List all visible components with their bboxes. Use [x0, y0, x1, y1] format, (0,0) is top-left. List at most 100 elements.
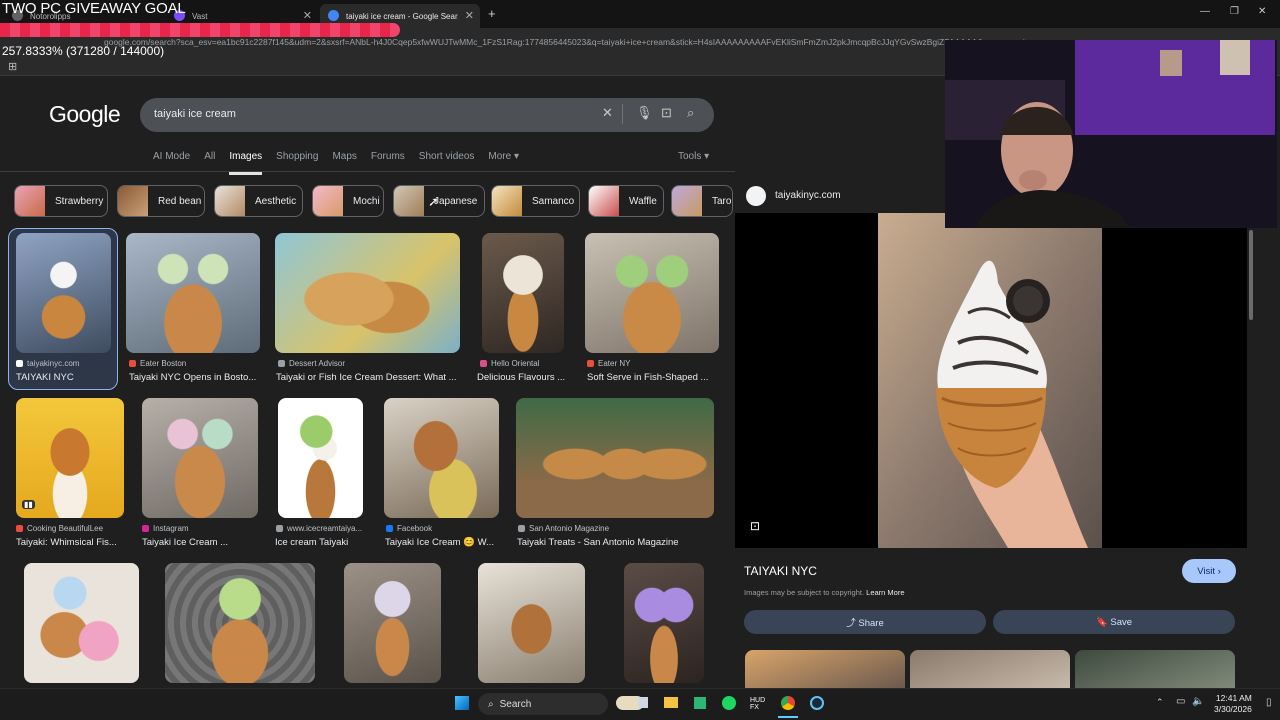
chip-aesthetic[interactable]: Aesthetic [214, 185, 303, 217]
result-image[interactable] [278, 398, 363, 518]
preview-image[interactable] [878, 213, 1102, 548]
source-favicon-icon [142, 525, 149, 532]
source-favicon-icon [16, 525, 23, 532]
tools-button[interactable]: Tools ▾ [678, 151, 709, 162]
result-image[interactable] [482, 233, 564, 353]
new-tab-icon[interactable]: + [488, 6, 496, 21]
chip-japanese[interactable]: Japanese [393, 185, 485, 217]
result-image[interactable] [344, 563, 441, 683]
result-source: Eater NY [587, 359, 717, 368]
result-image[interactable] [478, 563, 585, 683]
chip-red-bean[interactable]: Red bean [117, 185, 205, 217]
scrollbar-thumb[interactable] [1249, 230, 1253, 320]
chip-taro[interactable]: Taro [671, 185, 733, 217]
volume-icon[interactable]: 🔈 [1192, 696, 1204, 707]
close-tab-icon[interactable]: ✕ [303, 9, 312, 22]
result-title[interactable]: Ice cream Taiyaki [275, 537, 370, 548]
result-image[interactable] [142, 398, 258, 518]
save-button[interactable]: 🔖 Save [993, 610, 1235, 634]
result-title[interactable]: Delicious Flavours ... [477, 372, 572, 383]
panel-title[interactable]: TAIYAKI NYC [744, 564, 817, 578]
hud-app-icon[interactable]: HUD FX [750, 697, 765, 711]
result-image[interactable] [24, 563, 139, 683]
result-image[interactable]: ▮▮ [16, 398, 124, 518]
result-title[interactable]: TAIYAKI NYC [16, 372, 114, 383]
result-source: Cooking BeautifulLee [16, 524, 131, 533]
related-image[interactable] [910, 650, 1070, 688]
result-image[interactable] [624, 563, 704, 683]
task-view-icon[interactable] [638, 697, 648, 708]
source-label: Dessert Advisor [289, 359, 346, 368]
source-favicon-icon [129, 360, 136, 367]
result-image[interactable] [384, 398, 499, 518]
microphone-icon[interactable]: 🎙 [636, 105, 653, 121]
close-window-icon[interactable]: ✕ [1258, 6, 1266, 17]
lens-icon[interactable]: ⊡ [661, 105, 672, 121]
result-image[interactable] [516, 398, 714, 518]
chip-label: Aesthetic [255, 195, 297, 207]
result-title[interactable]: Taiyaki Ice Cream ... [142, 537, 260, 548]
result-source: www.icecreamtaiya... [276, 524, 368, 533]
giveaway-progress-bar [0, 23, 400, 37]
result-title[interactable]: Taiyaki: Whimsical Fis... [16, 537, 131, 548]
video-badge-icon: ▮▮ [22, 500, 35, 509]
source-favicon-icon [278, 360, 285, 367]
result-image[interactable] [16, 233, 111, 353]
source-label: Instagram [153, 524, 189, 533]
spreadsheet-app-icon[interactable] [694, 697, 706, 709]
apps-grid-icon[interactable]: ⊞ [8, 60, 17, 73]
taskbar-search[interactable]: ⌕ Search [478, 693, 608, 715]
source-label: Eater NY [598, 359, 631, 368]
minimize-icon[interactable]: — [1200, 6, 1210, 17]
result-source: Facebook [386, 524, 498, 533]
tray-chevron-icon[interactable]: ⌃ [1156, 697, 1164, 708]
panel-scrollbar[interactable] [1247, 228, 1256, 678]
steam-icon[interactable] [810, 696, 824, 710]
clock-date: 3/30/2026 [1214, 704, 1252, 714]
result-source: taiyakinyc.com [16, 359, 114, 368]
chip-thumbnail [118, 186, 148, 216]
panel-site-name[interactable]: taiyakinyc.com [775, 190, 841, 201]
result-title[interactable]: Taiyaki Treats - San Antonio Magazine [517, 537, 715, 548]
maximize-icon[interactable]: ❐ [1230, 6, 1239, 17]
search-input[interactable]: taiyaki ice cream [154, 108, 236, 120]
chrome-icon[interactable] [781, 696, 795, 710]
file-explorer-icon[interactable] [664, 697, 678, 708]
clear-icon[interactable]: ✕ [602, 105, 613, 121]
learn-more-link[interactable]: Learn More [866, 588, 904, 597]
chip-thumbnail [589, 186, 619, 216]
chip-thumbnail [313, 186, 343, 216]
search-icon[interactable]: ⌕ [687, 105, 694, 121]
result-image[interactable] [165, 563, 315, 683]
result-title[interactable]: Soft Serve in Fish-Shaped ... [587, 372, 717, 383]
related-image[interactable] [745, 650, 905, 688]
chip-mochi[interactable]: Mochi [312, 185, 384, 217]
result-title[interactable]: Taiyaki or Fish Ice Cream Dessert: What … [276, 372, 461, 383]
close-tab-icon[interactable]: ✕ [465, 9, 474, 22]
network-icon[interactable]: ▭ [1176, 696, 1185, 707]
giveaway-progress-text: 257.8333% (371280 / 144000) [2, 44, 165, 58]
google-logo[interactable]: Google [49, 101, 121, 128]
windows-start-icon[interactable] [455, 696, 469, 710]
google-favicon-icon [328, 10, 339, 21]
chip-samanco[interactable]: Samanco [491, 185, 580, 217]
nav-divider [0, 171, 735, 172]
source-label: Facebook [397, 524, 433, 533]
chip-waffle[interactable]: Waffle [588, 185, 664, 217]
chip-strawberry[interactable]: Strawberry [14, 185, 108, 217]
result-title[interactable]: Taiyaki Ice Cream 😊 W... [385, 537, 500, 548]
active-app-indicator [778, 716, 798, 718]
result-image[interactable] [126, 233, 260, 353]
taskbar-clock[interactable]: 12:41 AM 3/30/2026 [1214, 693, 1252, 715]
source-favicon-icon [480, 360, 487, 367]
chip-label: Samanco [532, 195, 575, 207]
notification-icon[interactable]: ▯ [1266, 697, 1272, 708]
spotify-icon[interactable] [722, 696, 736, 710]
result-title[interactable]: Taiyaki NYC Opens in Bosto... [129, 372, 259, 383]
share-button[interactable]: ⤴ Share [744, 610, 986, 634]
visit-button[interactable]: Visit › [1182, 559, 1236, 583]
result-image[interactable] [275, 233, 460, 353]
result-image[interactable] [585, 233, 719, 353]
lens-search-icon[interactable]: ⊡ [750, 519, 760, 533]
related-image[interactable] [1075, 650, 1235, 688]
